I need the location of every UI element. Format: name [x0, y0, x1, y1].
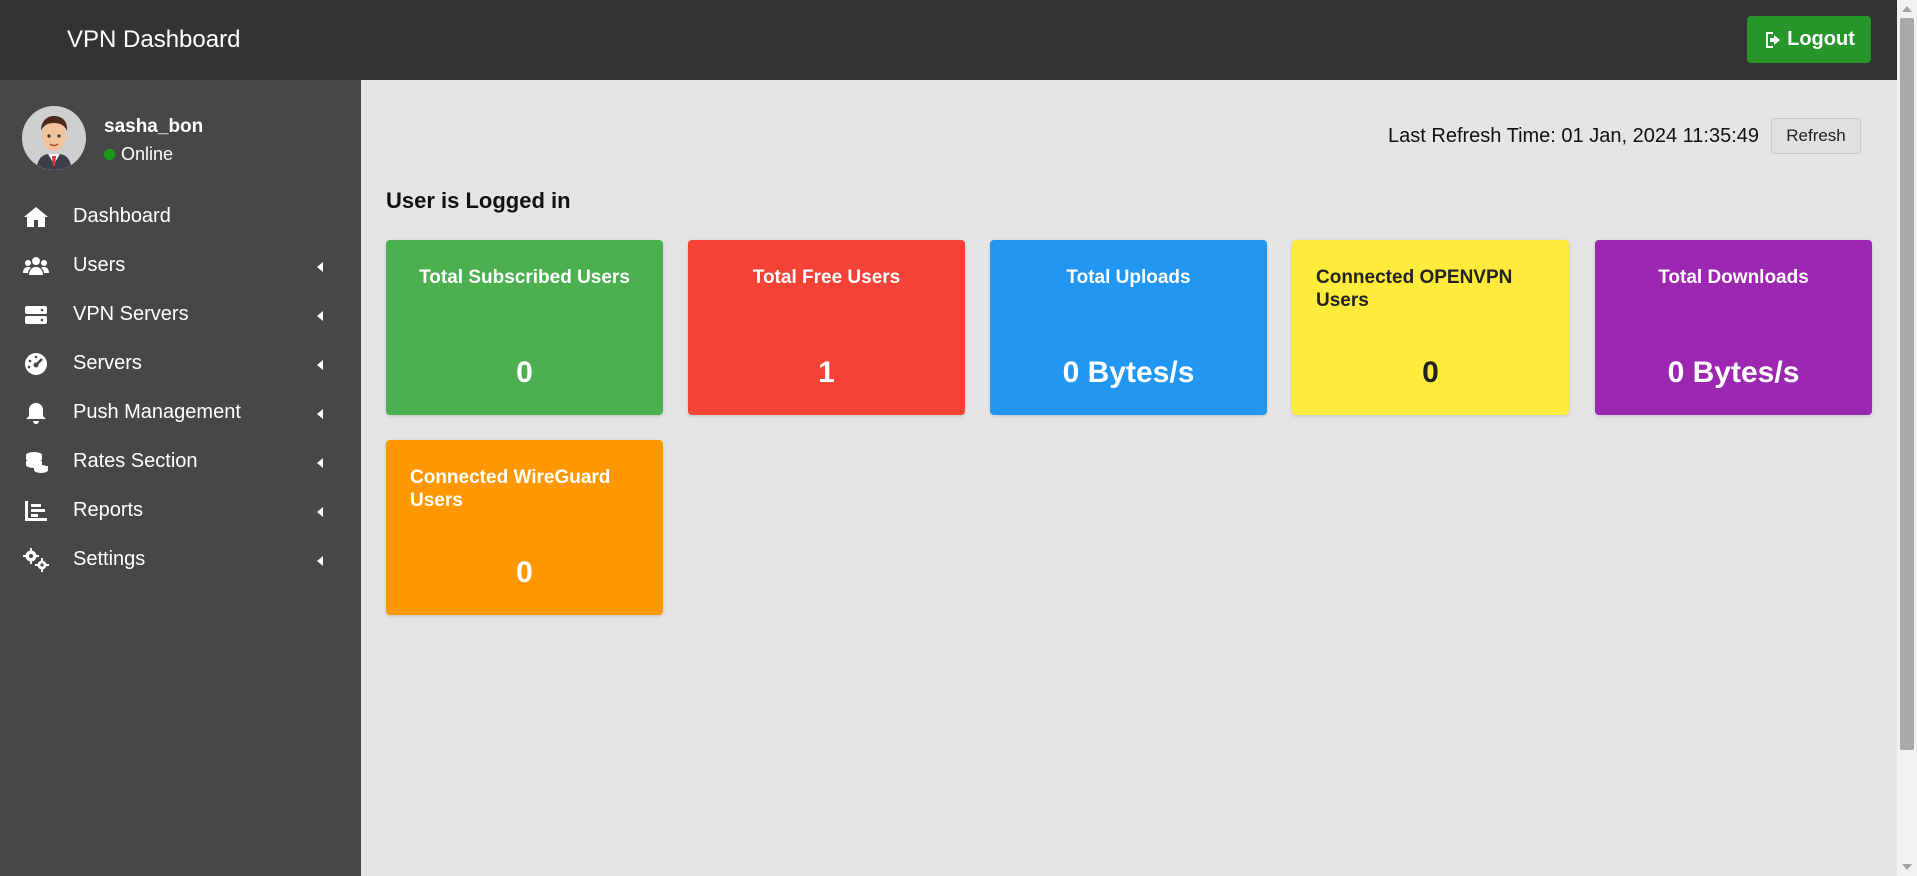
- sign-out-icon: [1766, 31, 1781, 48]
- caret-left-icon: [317, 262, 323, 272]
- sidebar-item-label: Servers: [73, 352, 142, 374]
- sidebar: sasha_bon Online Dashboard Users VPN Ser…: [0, 80, 361, 876]
- page-scrollbar[interactable]: [1897, 0, 1917, 876]
- chart-icon: [22, 498, 50, 524]
- refresh-row: Last Refresh Time: 01 Jan, 2024 11:35:49…: [1388, 118, 1861, 154]
- sidebar-item-label: Users: [73, 254, 126, 276]
- sidebar-item-label: Push Management: [73, 401, 241, 423]
- top-bar: VPN Dashboard Logout: [0, 0, 1897, 80]
- main-content: Last Refresh Time: 01 Jan, 2024 11:35:49…: [361, 80, 1897, 876]
- stat-card-total-free-users: Total Free Users 1: [688, 240, 965, 415]
- scrollbar-thumb[interactable]: [1900, 18, 1914, 750]
- server-icon: [22, 302, 50, 328]
- sidebar-item-dashboard[interactable]: Dashboard: [0, 192, 361, 241]
- sidebar-item-label: Reports: [73, 499, 144, 521]
- users-icon: [22, 253, 50, 279]
- card-value: 1: [818, 356, 835, 389]
- card-value: 0 Bytes/s: [1062, 356, 1195, 389]
- card-value: 0: [516, 356, 533, 389]
- gauge-icon: [22, 351, 50, 377]
- caret-left-icon: [317, 458, 323, 468]
- card-title: Connected OPENVPN Users: [1316, 267, 1513, 311]
- sidebar-item-reports[interactable]: Reports: [0, 486, 361, 535]
- user-status: Online: [104, 144, 173, 165]
- sidebar-item-rates-section[interactable]: Rates Section: [0, 437, 361, 486]
- sidebar-nav: Dashboard Users VPN Servers Servers Push…: [0, 192, 361, 584]
- home-icon: [22, 204, 50, 230]
- refresh-button[interactable]: Refresh: [1771, 118, 1861, 154]
- logout-button[interactable]: Logout: [1747, 16, 1871, 63]
- sidebar-item-push-management[interactable]: Push Management: [0, 388, 361, 437]
- sidebar-item-users[interactable]: Users: [0, 241, 361, 290]
- username: sasha_bon: [104, 116, 204, 137]
- scroll-down-icon[interactable]: [1902, 864, 1912, 870]
- app-title: VPN Dashboard: [67, 26, 241, 53]
- sidebar-item-label: Rates Section: [73, 450, 198, 472]
- page-heading: User is Logged in: [386, 188, 571, 213]
- card-title: Total Downloads: [1658, 267, 1809, 288]
- coins-icon: [22, 449, 50, 475]
- sidebar-item-servers[interactable]: Servers: [0, 339, 361, 388]
- caret-left-icon: [317, 409, 323, 419]
- caret-left-icon: [317, 507, 323, 517]
- sidebar-item-settings[interactable]: Settings: [0, 535, 361, 584]
- stat-card-total-uploads: Total Uploads 0 Bytes/s: [990, 240, 1267, 415]
- card-title: Connected WireGuard Users: [410, 467, 611, 511]
- card-title: Total Subscribed Users: [419, 267, 630, 288]
- stat-card-connected-openvpn-users: Connected OPENVPN Users 0: [1292, 240, 1569, 415]
- online-status-icon: [104, 149, 115, 160]
- caret-left-icon: [317, 311, 323, 321]
- sidebar-item-vpn-servers[interactable]: VPN Servers: [0, 290, 361, 339]
- avatar: [22, 106, 86, 170]
- card-value: 0 Bytes/s: [1667, 356, 1800, 389]
- bell-icon: [22, 400, 50, 426]
- scroll-up-icon[interactable]: [1902, 6, 1912, 12]
- card-title: Total Free Users: [752, 267, 901, 288]
- card-title: Total Uploads: [1066, 267, 1191, 288]
- card-value: 0: [516, 556, 533, 589]
- caret-left-icon: [317, 556, 323, 566]
- sidebar-item-label: Dashboard: [73, 205, 171, 227]
- caret-left-icon: [317, 360, 323, 370]
- status-label: Online: [121, 144, 174, 164]
- stat-card-total-subscribed-users: Total Subscribed Users 0: [386, 240, 663, 415]
- stat-card-total-downloads: Total Downloads 0 Bytes/s: [1595, 240, 1872, 415]
- cogs-icon: [22, 547, 50, 573]
- logout-label: Logout: [1787, 28, 1855, 50]
- last-refresh-time: Last Refresh Time: 01 Jan, 2024 11:35:49: [1388, 124, 1759, 147]
- sidebar-item-label: VPN Servers: [73, 303, 189, 325]
- sidebar-item-label: Settings: [73, 548, 146, 570]
- stat-card-connected-wireguard-users: Connected WireGuard Users 0: [386, 440, 663, 615]
- user-panel: sasha_bon Online: [22, 106, 342, 172]
- card-value: 0: [1422, 356, 1439, 389]
